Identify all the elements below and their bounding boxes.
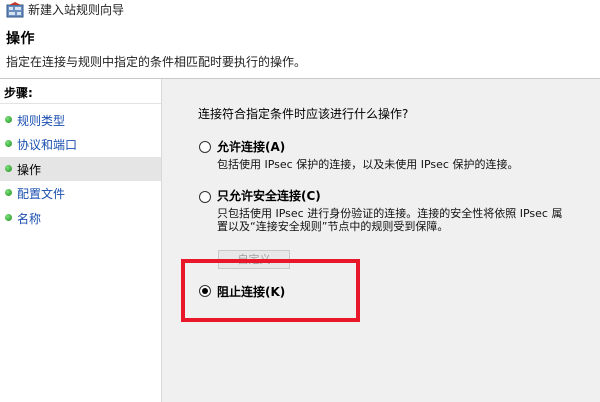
sidebar-item-name[interactable]: 名称 xyxy=(0,206,161,230)
steps-sidebar: 步骤: 规则类型 协议和端口 操作 配置文件 名称 xyxy=(0,79,162,402)
sidebar-item-protocol-ports[interactable]: 协议和端口 xyxy=(0,132,161,156)
window-title: 新建入站规则向导 xyxy=(28,3,125,17)
sidebar-item-label: 协议和端口 xyxy=(17,138,78,152)
sidebar-item-profile[interactable]: 配置文件 xyxy=(0,181,161,205)
firewall-icon xyxy=(6,2,24,18)
allow-connection-description: 包括使用 IPsec 保护的连接，以及未使用 IPsec 保护的连接。 xyxy=(217,158,519,171)
sidebar-item-label: 操作 xyxy=(17,163,42,177)
step-bullet-icon xyxy=(5,140,12,147)
sidebar-item-rule-type[interactable]: 规则类型 xyxy=(0,108,161,132)
allow-connection-label[interactable]: 允许连接(A) xyxy=(217,138,285,155)
title-bar: 新建入站规则向导 xyxy=(0,0,600,22)
allow-secure-radio[interactable] xyxy=(199,191,211,203)
step-bullet-icon xyxy=(5,189,12,196)
main-panel: 连接符合指定条件时应该进行什么操作? 允许连接(A) 包括使用 IPsec 保护… xyxy=(162,79,600,402)
allow-secure-label[interactable]: 只允许安全连接(C) xyxy=(217,187,321,204)
step-bullet-icon xyxy=(5,116,12,123)
sidebar-item-label: 名称 xyxy=(17,212,42,226)
action-question: 连接符合指定条件时应该进行什么操作? xyxy=(198,107,409,121)
allow-secure-description-line1: 只包括使用 IPsec 进行身份验证的连接。连接的安全性将依照 IPsec 属 xyxy=(217,207,563,220)
sidebar-item-label: 配置文件 xyxy=(17,187,66,201)
steps-heading: 步骤: xyxy=(4,86,33,100)
sidebar-item-label: 规则类型 xyxy=(17,114,66,128)
step-bullet-icon xyxy=(5,214,12,221)
allow-connection-radio[interactable] xyxy=(199,141,211,153)
step-bullet-icon xyxy=(5,165,12,172)
page-title: 操作 xyxy=(6,31,35,47)
sidebar-item-action[interactable]: 操作 xyxy=(0,157,161,181)
allow-secure-description-line2: 置以及“连接安全规则”节点中的规则受到保障。 xyxy=(217,220,449,233)
steps-divider xyxy=(0,103,161,104)
highlight-box xyxy=(181,259,360,322)
page-description: 指定在连接与规则中指定的条件相匹配时要执行的操作。 xyxy=(6,55,307,69)
page-header: 操作 指定在连接与规则中指定的条件相匹配时要执行的操作。 xyxy=(0,22,600,77)
